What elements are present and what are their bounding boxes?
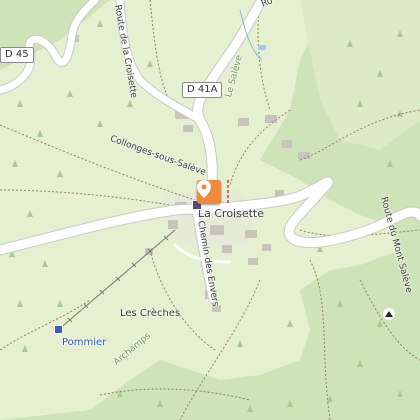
- place-label-la-croisette: La Croisette: [198, 207, 265, 220]
- pond: [258, 45, 266, 50]
- map-canvas[interactable]: D 45 D 41A Le Salève Route de la Croiset…: [0, 0, 420, 420]
- peak-icon[interactable]: [383, 308, 395, 320]
- bus-stop-icon[interactable]: [54, 325, 63, 334]
- road-shield-d41a: D 41A: [182, 82, 223, 98]
- place-label-pommier: Pommier: [62, 337, 107, 348]
- place-label-les-creches: Les Crèches: [120, 308, 181, 319]
- map-pin-icon[interactable]: [197, 180, 221, 204]
- road-shield-d45: D 45: [0, 47, 34, 63]
